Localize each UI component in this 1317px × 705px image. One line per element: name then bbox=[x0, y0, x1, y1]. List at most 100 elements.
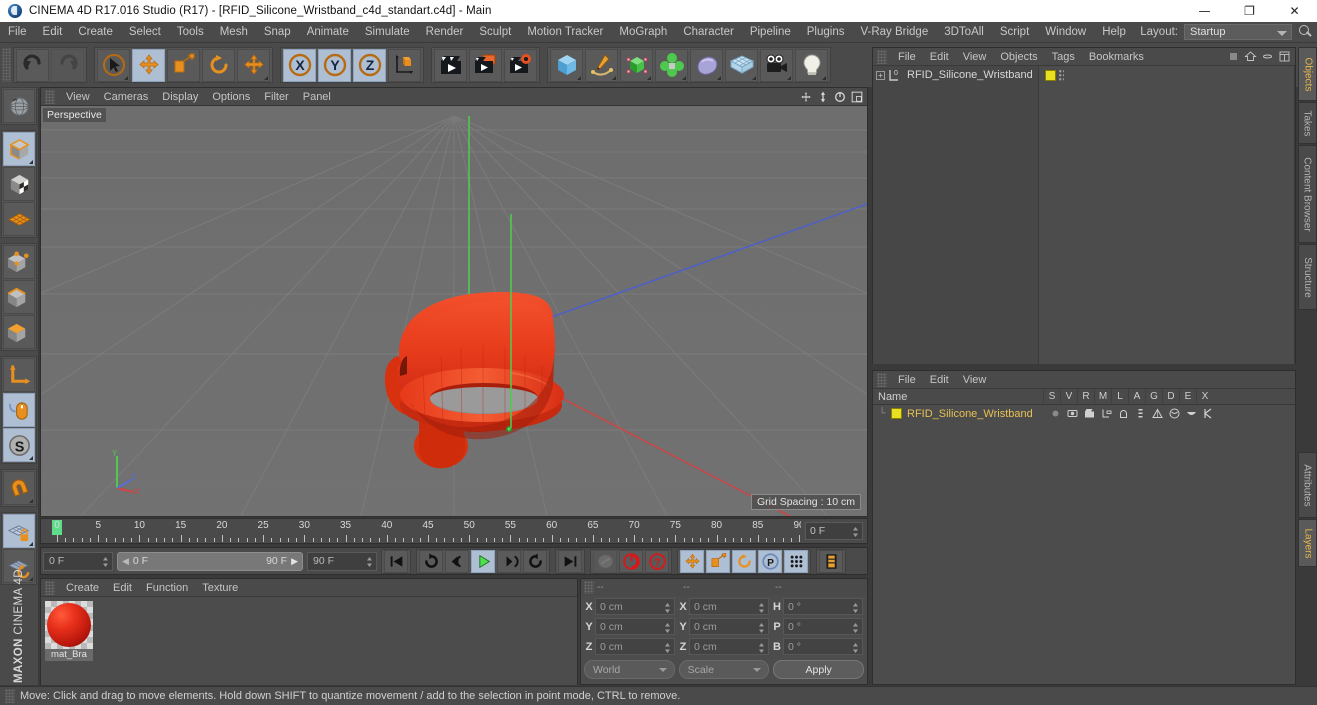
deformer-disc-icon[interactable] bbox=[1167, 407, 1181, 421]
menu-item-file[interactable]: File bbox=[0, 22, 35, 43]
coordinate-system-select[interactable]: World bbox=[584, 660, 675, 679]
spinner-icon[interactable] bbox=[664, 622, 671, 634]
timeline-track[interactable]: 0 5 10 15 20 25 30 35 40 45 50 55 60 65 70 75 80 85 90 bbox=[41, 518, 801, 544]
menu-item-select[interactable]: Select bbox=[121, 22, 169, 43]
object-menu-file[interactable]: File bbox=[891, 48, 923, 66]
timeline-toggle-button[interactable] bbox=[819, 549, 843, 573]
render-clapper-icon[interactable] bbox=[1082, 407, 1096, 421]
menu-item-render[interactable]: Render bbox=[418, 22, 472, 43]
layer-row[interactable]: └ RFID_Silicone_Wristband bbox=[873, 405, 1295, 422]
viewport-menu-filter[interactable]: Filter bbox=[257, 88, 295, 106]
object-menu-view[interactable]: View bbox=[956, 48, 994, 66]
minimize-button[interactable]: — bbox=[1182, 0, 1227, 22]
rotation-b-input[interactable]: 0 ° bbox=[783, 638, 863, 655]
go-to-end-button[interactable] bbox=[558, 549, 582, 573]
layer-panel-grip[interactable] bbox=[877, 372, 887, 387]
apply-button[interactable]: Apply bbox=[773, 660, 865, 679]
timeline-frame-field[interactable]: 0 F bbox=[805, 522, 863, 540]
spinner-icon[interactable] bbox=[102, 556, 109, 568]
autokeying-button[interactable] bbox=[593, 549, 617, 573]
menu-item-plugins[interactable]: Plugins bbox=[799, 22, 853, 43]
expression-arc-icon[interactable] bbox=[1184, 407, 1198, 421]
menu-item-edit[interactable]: Edit bbox=[35, 22, 71, 43]
manager-tree-icon[interactable] bbox=[1099, 407, 1113, 421]
undo-button[interactable] bbox=[16, 48, 49, 82]
lock-x-axis-button[interactable]: X bbox=[283, 48, 316, 82]
submenu-corner-icon[interactable] bbox=[682, 75, 686, 80]
submenu-corner-icon[interactable] bbox=[647, 75, 651, 80]
viewport-menu-view[interactable]: View bbox=[59, 88, 97, 106]
live-selection-tool[interactable] bbox=[97, 48, 130, 82]
submenu-corner-icon[interactable] bbox=[124, 75, 128, 80]
size-x-input[interactable]: 0 cm bbox=[689, 598, 769, 615]
make-editable-button[interactable] bbox=[3, 132, 35, 166]
tab-takes[interactable]: Takes bbox=[1298, 102, 1317, 144]
menu-item-create[interactable]: Create bbox=[70, 22, 121, 43]
scale-tool[interactable] bbox=[167, 48, 200, 82]
layer-column-g[interactable]: G bbox=[1145, 388, 1162, 405]
viewport-canvas[interactable]: Perspective Grid Spacing : 10 cm Y X Z bbox=[41, 106, 867, 516]
tab-objects[interactable]: Objects bbox=[1298, 47, 1317, 101]
animation-bars-icon[interactable] bbox=[1133, 407, 1147, 421]
tab-content-browser[interactable]: Content Browser bbox=[1298, 145, 1317, 243]
layer-column-v[interactable]: V bbox=[1060, 388, 1077, 405]
enable-snap-button[interactable] bbox=[3, 471, 35, 505]
menu-item-motion-tracker[interactable]: Motion Tracker bbox=[519, 22, 611, 43]
layer-menu-file[interactable]: File bbox=[891, 371, 923, 389]
position-key-button[interactable] bbox=[680, 549, 704, 573]
menu-item-simulate[interactable]: Simulate bbox=[357, 22, 418, 43]
keyframe-help-button[interactable]: ? bbox=[645, 549, 669, 573]
add-array-button[interactable] bbox=[655, 48, 688, 82]
viewport-interaction-button[interactable] bbox=[3, 393, 35, 427]
spinner-icon[interactable] bbox=[664, 642, 671, 654]
submenu-corner-icon[interactable] bbox=[29, 542, 33, 546]
soft-selection-button[interactable]: S bbox=[3, 428, 35, 462]
menu-item-mograph[interactable]: MoGraph bbox=[611, 22, 675, 43]
position-y-input[interactable]: 0 cm bbox=[595, 618, 675, 635]
rotation-p-input[interactable]: 0 ° bbox=[783, 618, 863, 635]
go-to-start-button[interactable] bbox=[384, 549, 408, 573]
viewport-menu-options[interactable]: Options bbox=[205, 88, 257, 106]
xref-icon[interactable] bbox=[1201, 407, 1215, 421]
object-tree-column[interactable]: + 0 RFID_Silicone_Wristband bbox=[873, 66, 1039, 364]
maximize-button[interactable]: ❐ bbox=[1227, 0, 1272, 22]
render-settings-button[interactable] bbox=[504, 48, 537, 82]
spinner-icon[interactable] bbox=[852, 602, 859, 614]
preview-end-field[interactable]: 90 F bbox=[307, 551, 377, 571]
layer-rows[interactable]: └ RFID_Silicone_Wristband bbox=[873, 405, 1295, 422]
toolbar-grip[interactable] bbox=[2, 48, 11, 82]
menu-item-3dtoall[interactable]: 3DToAll bbox=[936, 22, 992, 43]
layer-column-r[interactable]: R bbox=[1077, 388, 1094, 405]
point-level-animation-button[interactable] bbox=[784, 549, 808, 573]
spinner-icon[interactable] bbox=[758, 642, 765, 654]
menu-item-tools[interactable]: Tools bbox=[169, 22, 212, 43]
rotate-tool[interactable] bbox=[202, 48, 235, 82]
render-to-picture-viewer-button[interactable] bbox=[469, 48, 502, 82]
timeline-ruler[interactable]: 0 5 10 15 20 25 30 35 40 45 50 55 60 65 70 75 80 85 90 0 F bbox=[40, 518, 868, 544]
rotation-h-input[interactable]: 0 ° bbox=[783, 598, 863, 615]
step-back-button[interactable] bbox=[445, 549, 469, 573]
submenu-corner-icon[interactable] bbox=[29, 577, 33, 581]
spinner-icon[interactable] bbox=[758, 602, 765, 614]
search-icon[interactable] bbox=[1296, 23, 1314, 41]
object-menu-edit[interactable]: Edit bbox=[923, 48, 956, 66]
add-spline-button[interactable] bbox=[585, 48, 618, 82]
submenu-corner-icon[interactable] bbox=[264, 75, 268, 80]
menu-item-snap[interactable]: Snap bbox=[256, 22, 299, 43]
add-deformer-button[interactable] bbox=[725, 48, 758, 82]
parameter-key-button[interactable]: P bbox=[758, 549, 782, 573]
object-row[interactable]: + 0 RFID_Silicone_Wristband bbox=[873, 66, 1038, 84]
range-end-arrow-icon[interactable]: ▶ bbox=[291, 556, 298, 567]
current-frame-field[interactable]: 0 F bbox=[43, 551, 113, 571]
submenu-corner-icon[interactable] bbox=[29, 160, 33, 164]
object-menu-bookmarks[interactable]: Bookmarks bbox=[1082, 48, 1151, 66]
lock-y-axis-button[interactable]: Y bbox=[318, 48, 351, 82]
rotate-view-icon[interactable] bbox=[832, 89, 847, 104]
viewport-grip[interactable] bbox=[45, 89, 55, 104]
submenu-corner-icon[interactable] bbox=[717, 75, 721, 80]
layer-column-d[interactable]: D bbox=[1162, 388, 1179, 405]
material-panel-grip[interactable] bbox=[45, 580, 55, 595]
enable-axis-button[interactable] bbox=[3, 358, 35, 392]
visible-eye-icon[interactable] bbox=[1065, 407, 1079, 421]
material-list[interactable]: mat_Bra bbox=[41, 597, 577, 685]
